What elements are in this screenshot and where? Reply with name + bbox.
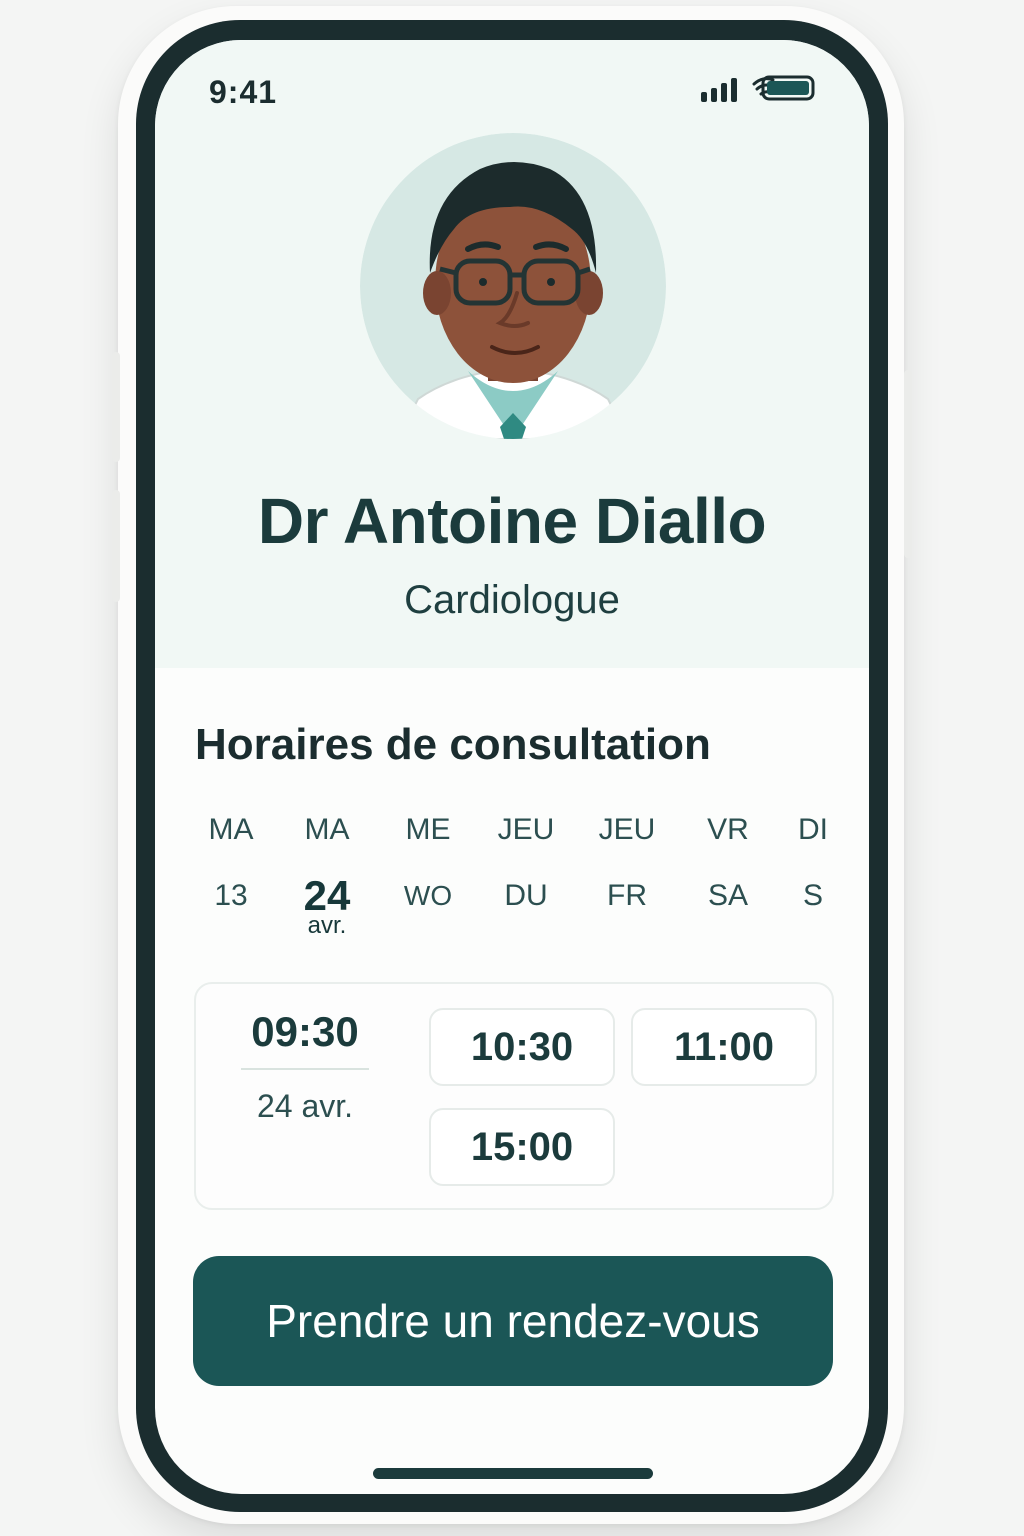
day-month: avr. bbox=[307, 912, 347, 939]
day-name: DI bbox=[798, 813, 828, 846]
day-item[interactable]: DI S bbox=[767, 810, 859, 916]
time-slot-button[interactable]: 11:00 bbox=[631, 1008, 817, 1086]
app-screen: 9:41 Dr Antoine Diallo Cardiologue Horai… bbox=[155, 40, 869, 1494]
slot-date: 24 avr. bbox=[256, 1088, 354, 1124]
day-name: MA bbox=[208, 813, 254, 846]
day-number: 24 bbox=[303, 872, 351, 919]
day-selector: MA 13 MA 24 avr. ME WO JEU DU JEU FR VR … bbox=[185, 810, 845, 950]
volume-button bbox=[112, 490, 120, 602]
doctor-specialty: Cardiologue bbox=[404, 578, 620, 622]
day-number: S bbox=[802, 879, 823, 912]
day-name: MA bbox=[304, 813, 350, 846]
signal-icon bbox=[701, 78, 737, 102]
day-number: DU bbox=[504, 879, 548, 912]
book-appointment-button[interactable]: Prendre un rendez-vous bbox=[193, 1256, 833, 1386]
power-button bbox=[904, 370, 912, 558]
doctor-header: 9:41 Dr Antoine Diallo Cardiologue bbox=[155, 40, 869, 668]
day-name: JEU bbox=[497, 813, 555, 846]
day-item-selected[interactable]: MA 24 avr. bbox=[281, 810, 373, 940]
day-number: FR bbox=[607, 879, 647, 912]
day-item[interactable]: JEU FR bbox=[581, 810, 673, 916]
day-number: SA bbox=[707, 879, 749, 912]
day-name: ME bbox=[405, 813, 451, 846]
doctor-name: Dr Antoine Diallo bbox=[257, 485, 767, 557]
status-icons bbox=[701, 75, 815, 102]
doctor-avatar bbox=[360, 133, 666, 439]
home-indicator[interactable] bbox=[373, 1468, 653, 1479]
status-time: 9:41 bbox=[209, 74, 278, 110]
day-item[interactable]: JEU DU bbox=[480, 810, 572, 916]
day-item[interactable]: MA 13 bbox=[185, 810, 277, 916]
day-number: 13 bbox=[214, 879, 248, 912]
day-number: WO bbox=[403, 880, 453, 911]
day-name: JEU bbox=[598, 813, 656, 846]
time-slot-button[interactable]: 10:30 bbox=[429, 1008, 615, 1086]
day-item[interactable]: VR SA bbox=[682, 810, 774, 916]
slot-time: 09:30 bbox=[251, 1008, 359, 1055]
schedule-title: Horaires de consultation bbox=[195, 720, 711, 769]
time-slots-card: 09:30 24 avr. 10:30 11:00 15:00 bbox=[194, 982, 834, 1210]
time-slot-button[interactable]: 15:00 bbox=[429, 1108, 615, 1186]
day-item[interactable]: ME WO bbox=[382, 810, 474, 916]
selected-time-slot[interactable]: 09:30 24 avr. bbox=[240, 1008, 370, 1125]
day-name: VR bbox=[707, 813, 749, 846]
divider bbox=[241, 1068, 369, 1070]
mute-switch bbox=[112, 352, 120, 462]
